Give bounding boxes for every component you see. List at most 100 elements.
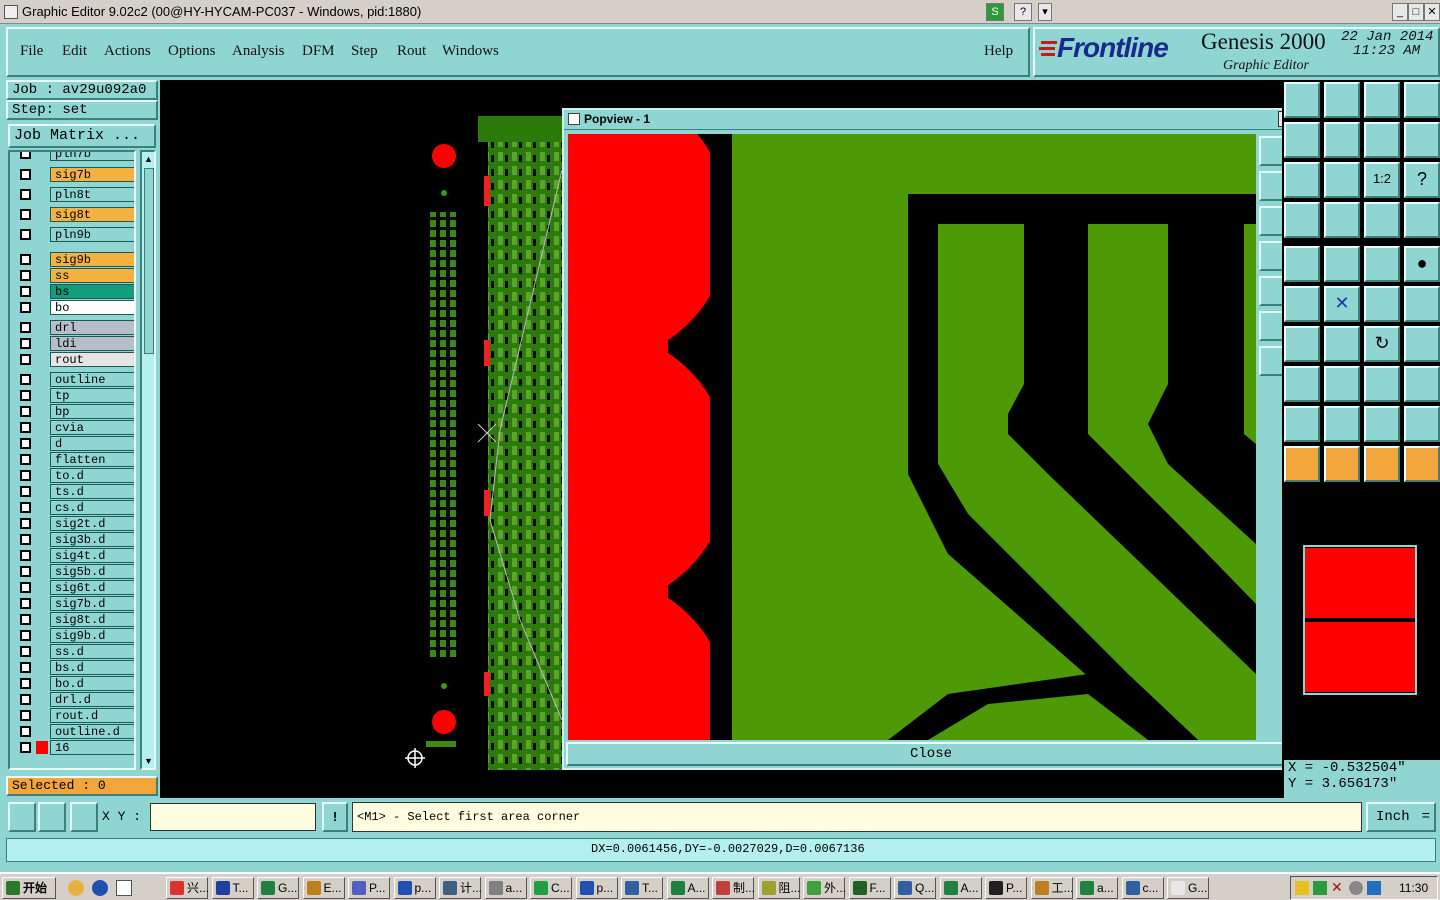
taskbar-item[interactable]: 阻... bbox=[757, 877, 801, 899]
layer-row[interactable]: sig9b bbox=[14, 251, 134, 267]
layer-checkbox[interactable] bbox=[20, 152, 31, 159]
layer-name[interactable]: bs bbox=[50, 283, 134, 299]
tool-surface-icon[interactable] bbox=[1404, 406, 1440, 442]
tool-slope-icon[interactable] bbox=[1284, 326, 1320, 362]
layer-row[interactable]: cs.d bbox=[14, 499, 134, 515]
layer-name[interactable]: tp bbox=[50, 387, 134, 403]
minimize-button[interactable]: _ bbox=[1392, 3, 1408, 21]
layer-checkbox[interactable] bbox=[20, 565, 31, 577]
taskbar-item[interactable]: a... bbox=[484, 877, 527, 899]
tool-flag-icon[interactable] bbox=[1324, 246, 1360, 282]
taskbar-item[interactable]: a... bbox=[1076, 877, 1118, 899]
taskbar-item[interactable]: P... bbox=[348, 877, 390, 899]
taskbar-item[interactable]: 兴... bbox=[166, 877, 209, 899]
dropdown-icon[interactable]: ▾ bbox=[1038, 3, 1052, 21]
tool-query-icon[interactable]: ? bbox=[1404, 162, 1440, 198]
layer-name[interactable]: outline.d bbox=[50, 723, 134, 739]
menu-rout[interactable]: Rout bbox=[397, 43, 426, 60]
layer-row[interactable]: sig5b.d bbox=[14, 563, 134, 579]
tool-down-icon[interactable] bbox=[1324, 82, 1360, 118]
tool-angle-icon[interactable] bbox=[1324, 406, 1360, 442]
layer-name[interactable]: to.d bbox=[50, 467, 134, 483]
units-selector[interactable]: Inch = bbox=[1366, 802, 1436, 832]
layer-checkbox[interactable] bbox=[20, 373, 31, 385]
tool-connect-icon[interactable] bbox=[1404, 286, 1440, 322]
tool-home-icon[interactable] bbox=[1364, 82, 1400, 118]
layer-checkbox[interactable] bbox=[20, 321, 31, 333]
layer-name[interactable]: cs.d bbox=[50, 499, 134, 515]
tool-shapes-icon[interactable] bbox=[1404, 366, 1440, 402]
layer-name[interactable]: ss bbox=[50, 267, 134, 283]
layer-name[interactable]: sig5b.d bbox=[50, 563, 134, 579]
taskbar-item[interactable]: A... bbox=[939, 877, 982, 899]
layer-checkbox[interactable] bbox=[20, 285, 31, 297]
layer-name[interactable]: pln8t bbox=[50, 186, 134, 202]
layer-checkbox[interactable] bbox=[20, 353, 31, 365]
cmd-snap-icon[interactable] bbox=[38, 802, 66, 832]
menu-windows[interactable]: Windows bbox=[442, 43, 499, 60]
scroll-down-icon[interactable]: ▼ bbox=[144, 756, 153, 766]
taskbar-item[interactable]: 制... bbox=[712, 877, 755, 899]
menu-file[interactable]: File bbox=[20, 43, 43, 60]
layer-checkbox[interactable] bbox=[20, 437, 31, 449]
tool-diag-icon[interactable] bbox=[1324, 326, 1360, 362]
layer-row[interactable]: to.d bbox=[14, 467, 134, 483]
layer-name[interactable]: ldi bbox=[50, 335, 134, 351]
layer-checkbox[interactable] bbox=[20, 389, 31, 401]
layer-row[interactable]: ss bbox=[14, 267, 134, 283]
layer-name[interactable]: flatten bbox=[50, 451, 134, 467]
tool-arc-icon[interactable]: ↻ bbox=[1364, 326, 1400, 362]
layer-row[interactable]: sig7b bbox=[14, 166, 134, 182]
layer-name[interactable]: bs.d bbox=[50, 659, 134, 675]
menu-step[interactable]: Step bbox=[351, 43, 378, 60]
layer-row[interactable]: rout.d bbox=[14, 707, 134, 723]
taskbar-item[interactable]: C... bbox=[530, 877, 572, 899]
help-icon[interactable]: ? bbox=[1014, 3, 1032, 21]
layer-name[interactable]: drl.d bbox=[50, 691, 134, 707]
layer-row[interactable]: sig7b.d bbox=[14, 595, 134, 611]
tool-route-icon[interactable] bbox=[1404, 446, 1440, 482]
layer-checkbox[interactable] bbox=[20, 453, 31, 465]
tool-dot-icon[interactable] bbox=[1284, 286, 1320, 322]
tool-distribute-icon[interactable] bbox=[1404, 202, 1440, 238]
taskbar-item[interactable]: p... bbox=[393, 877, 436, 899]
taskbar-item[interactable]: A... bbox=[666, 877, 709, 899]
layer-checkbox[interactable] bbox=[20, 677, 31, 689]
layer-checkbox[interactable] bbox=[20, 645, 31, 657]
layer-checkbox[interactable] bbox=[20, 613, 31, 625]
layer-row[interactable]: sig9b.d bbox=[14, 627, 134, 643]
layer-name[interactable]: 16 bbox=[50, 739, 134, 755]
tool-scale-icon[interactable]: 1:2 bbox=[1364, 162, 1400, 198]
tool-undo-icon[interactable] bbox=[1364, 122, 1400, 158]
menu-edit[interactable]: Edit bbox=[62, 43, 87, 60]
taskbar-item[interactable]: E... bbox=[302, 877, 345, 899]
tray-icon-2[interactable] bbox=[1313, 881, 1327, 895]
layer-row[interactable]: bo bbox=[14, 299, 134, 315]
layer-row[interactable]: ss.d bbox=[14, 643, 134, 659]
taskbar-item[interactable]: T... bbox=[621, 877, 663, 899]
menu-dfm[interactable]: DFM bbox=[302, 43, 335, 60]
layer-checkbox[interactable] bbox=[20, 269, 31, 281]
layer-name[interactable]: ss.d bbox=[50, 643, 134, 659]
layer-row[interactable]: sig6t.d bbox=[14, 579, 134, 595]
layer-name[interactable]: sig8t.d bbox=[50, 611, 134, 627]
layer-checkbox[interactable] bbox=[20, 725, 31, 737]
layer-checkbox[interactable] bbox=[20, 501, 31, 513]
tool-pointer-icon[interactable] bbox=[1324, 446, 1360, 482]
tool-triangle-icon[interactable] bbox=[1284, 406, 1320, 442]
layer-checkbox[interactable] bbox=[20, 741, 31, 753]
taskbar-item[interactable]: 外... bbox=[803, 877, 846, 899]
start-button[interactable]: 开始 bbox=[2, 877, 56, 899]
menu-actions[interactable]: Actions bbox=[104, 43, 151, 60]
tray-icon-1[interactable] bbox=[1295, 881, 1309, 895]
layer-row[interactable]: outline bbox=[14, 371, 134, 387]
close-window-button[interactable]: ✕ bbox=[1424, 3, 1440, 21]
menu-analysis[interactable]: Analysis bbox=[232, 43, 285, 60]
layer-name[interactable]: ts.d bbox=[50, 483, 134, 499]
tool-ruler-icon[interactable] bbox=[1364, 246, 1400, 282]
taskbar-item[interactable]: c... bbox=[1121, 877, 1164, 899]
taskbar-item[interactable]: T... bbox=[211, 877, 254, 899]
tool-pointer-alt-icon[interactable] bbox=[1364, 446, 1400, 482]
layer-checkbox[interactable] bbox=[20, 709, 31, 721]
layer-name[interactable]: d bbox=[50, 435, 134, 451]
